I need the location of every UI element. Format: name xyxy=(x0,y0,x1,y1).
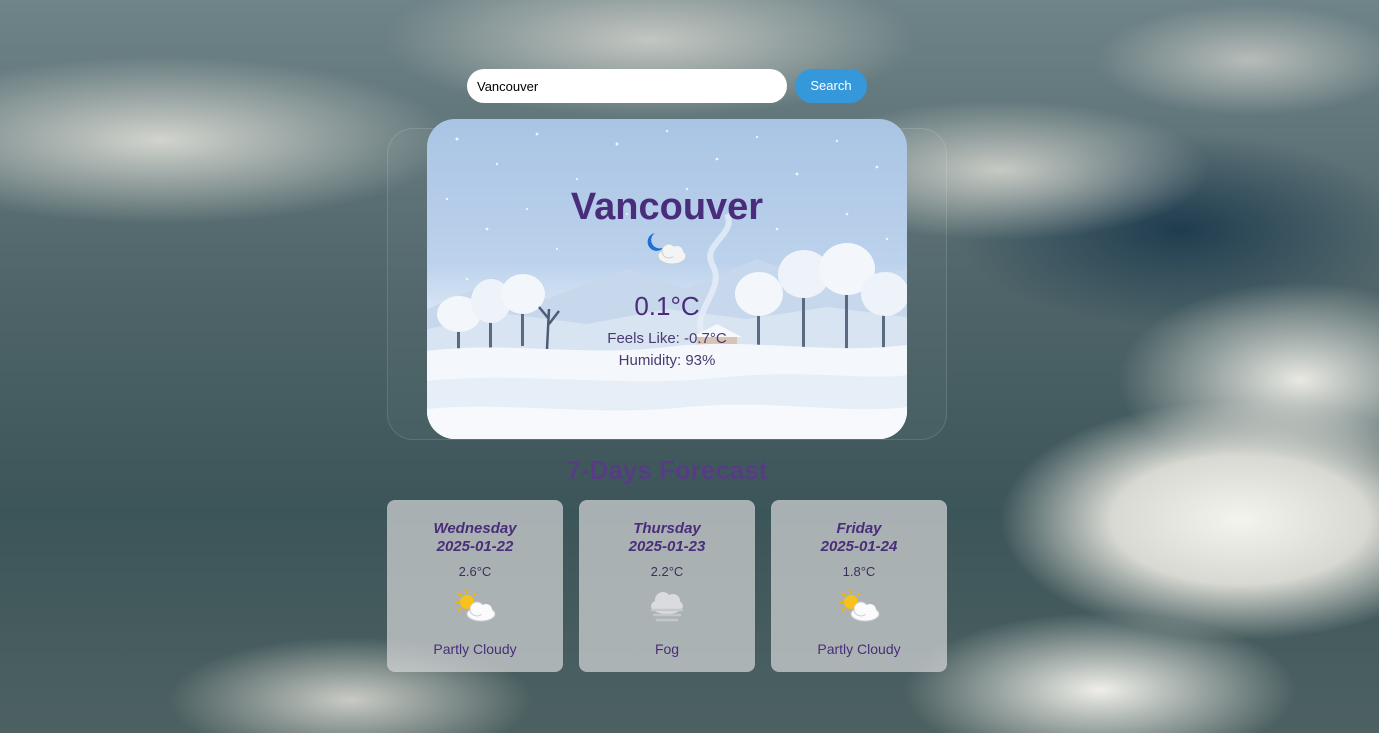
forecast-condition: Fog xyxy=(654,641,680,657)
winter-scene-illustration xyxy=(427,129,907,439)
forecast-day: Friday xyxy=(836,520,882,537)
moon-cloud-icon xyxy=(645,230,691,273)
current-temperature: 0.1°C xyxy=(634,291,700,321)
search-input[interactable] xyxy=(467,69,787,103)
city-name: Vancouver xyxy=(570,186,764,228)
forecast-temp: 1.8°C xyxy=(842,564,876,579)
forecast-condition: Partly Cloudy xyxy=(817,641,901,657)
partly-cloudy-icon xyxy=(835,588,883,629)
forecast-date: 2025-01-23 xyxy=(628,538,706,555)
forecast-card: Thursday 2025-01-23 2.2°C Fog xyxy=(579,500,755,672)
forecast-date: 2025-01-22 xyxy=(436,538,514,555)
forecast-card: Wednesday 2025-01-22 2.6°C Partly Cloudy xyxy=(387,500,563,672)
forecast-temp: 2.6°C xyxy=(458,564,492,579)
current-weather-card: Vancouver 0.1°C Feels Like: -0.7°C Humid… xyxy=(427,119,907,439)
forecast-day: Wednesday xyxy=(433,520,517,537)
forecast-condition: Partly Cloudy xyxy=(433,641,517,657)
search-button[interactable]: Search xyxy=(795,69,867,103)
forecast-date: 2025-01-24 xyxy=(820,538,898,555)
forecast-day: Thursday xyxy=(633,520,701,537)
partly-cloudy-icon xyxy=(451,588,499,629)
feels-like-text: Feels Like: -0.7°C xyxy=(607,330,727,347)
forecast-title: 7-Days Forecast xyxy=(566,455,768,485)
humidity-text: Humidity: 93% xyxy=(618,352,716,369)
fog-icon xyxy=(643,588,691,629)
forecast-card: Friday 2025-01-24 1.8°C Partly Cloudy xyxy=(771,500,947,672)
forecast-temp: 2.2°C xyxy=(650,564,684,579)
